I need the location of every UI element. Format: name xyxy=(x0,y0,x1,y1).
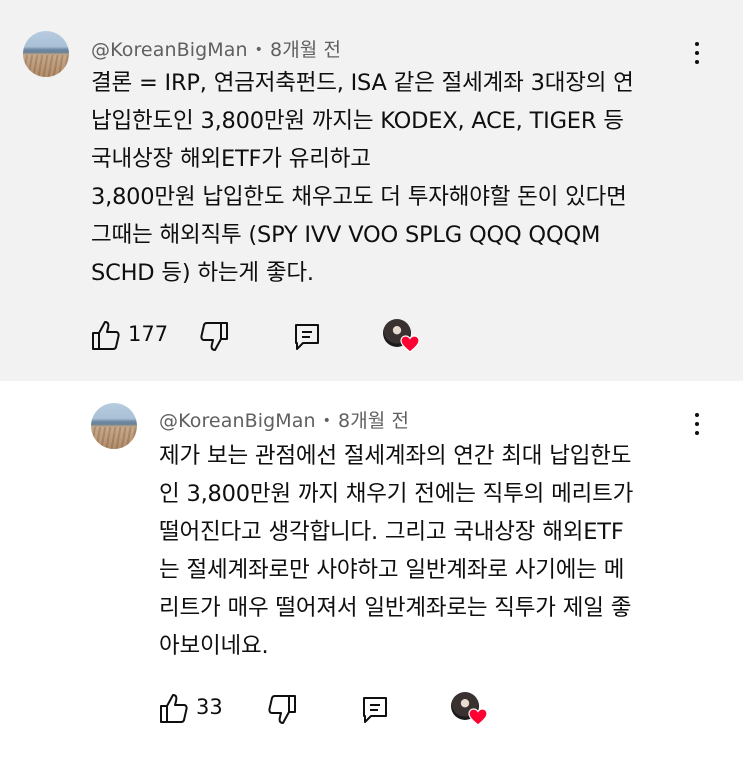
dislike-icon[interactable] xyxy=(199,321,229,353)
comment-time[interactable]: 8개월 전 xyxy=(338,410,409,432)
author-avatar[interactable] xyxy=(23,31,69,77)
comment-line: 는 절세계좌로만 사야하고 일반계좌로 사기에는 메 xyxy=(159,557,625,583)
author-name[interactable]: @KoreanBigMan xyxy=(91,39,248,61)
separator-dot: • xyxy=(254,42,264,58)
creator-heart-icon xyxy=(400,335,420,353)
reply-icon[interactable] xyxy=(361,695,389,725)
separator-dot: • xyxy=(322,413,332,429)
comment-line: 그때는 해외직투 (SPY IVV VOO SPLG QQQ QQQM xyxy=(91,222,601,248)
like-count: 33 xyxy=(196,695,223,719)
comment-actions: 177 xyxy=(91,317,431,357)
like-icon[interactable] xyxy=(159,692,189,724)
comment-line: 제가 보는 관점에선 절세계좌의 연간 최대 납입한도 xyxy=(159,443,632,469)
like-icon[interactable] xyxy=(91,319,121,351)
dislike-icon[interactable] xyxy=(267,694,297,726)
author-name[interactable]: @KoreanBigMan xyxy=(159,410,316,432)
like-count: 177 xyxy=(128,322,169,346)
more-vert-icon[interactable] xyxy=(688,39,706,69)
comment-meta: @KoreanBigMan • 8개월 전 xyxy=(91,35,341,62)
comment-text: 결론 = IRP, 연금저축펀드, ISA 같은 절세계좌 3대장의 연 납입한… xyxy=(91,64,634,292)
comment-line: 리트가 매우 떨어져서 일반계좌로는 직투가 제일 좋 xyxy=(159,595,632,621)
comment-time[interactable]: 8개월 전 xyxy=(270,39,341,61)
comment-line: 납입한도인 3,800만원 까지는 KODEX, ACE, TIGER 등 xyxy=(91,108,624,134)
creator-heart xyxy=(451,692,491,728)
comment-line: SCHD 등) 하는게 좋다. xyxy=(91,260,314,286)
comment-line: 인 3,800만원 까지 채우기 전에는 직투의 메리트가 xyxy=(159,481,634,507)
comment-text: 제가 보는 관점에선 절세계좌의 연간 최대 납입한도 인 3,800만원 까지… xyxy=(159,437,633,665)
comment-line: 결론 = IRP, 연금저축펀드, ISA 같은 절세계좌 3대장의 연 xyxy=(91,70,634,96)
comment-line: 3,800만원 납입한도 채우고도 더 투자해야할 돈이 있다면 xyxy=(91,184,627,210)
comment-line: 떨어진다고 생각합니다. 그리고 국내상장 해외ETF xyxy=(159,519,624,545)
comment-meta: @KoreanBigMan • 8개월 전 xyxy=(159,406,409,433)
creator-heart-icon xyxy=(468,708,488,726)
author-avatar[interactable] xyxy=(91,403,137,449)
comment-line: 국내상장 해외ETF가 유리하고 xyxy=(91,146,371,172)
more-vert-icon[interactable] xyxy=(688,410,706,440)
comment-actions: 33 xyxy=(159,690,499,730)
creator-heart xyxy=(383,319,423,355)
comment-line: 아보이네요. xyxy=(159,633,269,659)
comment-thread-top: @KoreanBigMan • 8개월 전 결론 = IRP, 연금저축펀드, IS… xyxy=(0,0,743,381)
comment-reply: @KoreanBigMan • 8개월 전 제가 보는 관점에선 절세계좌의 연간 … xyxy=(0,381,743,762)
reply-icon[interactable] xyxy=(293,322,321,352)
